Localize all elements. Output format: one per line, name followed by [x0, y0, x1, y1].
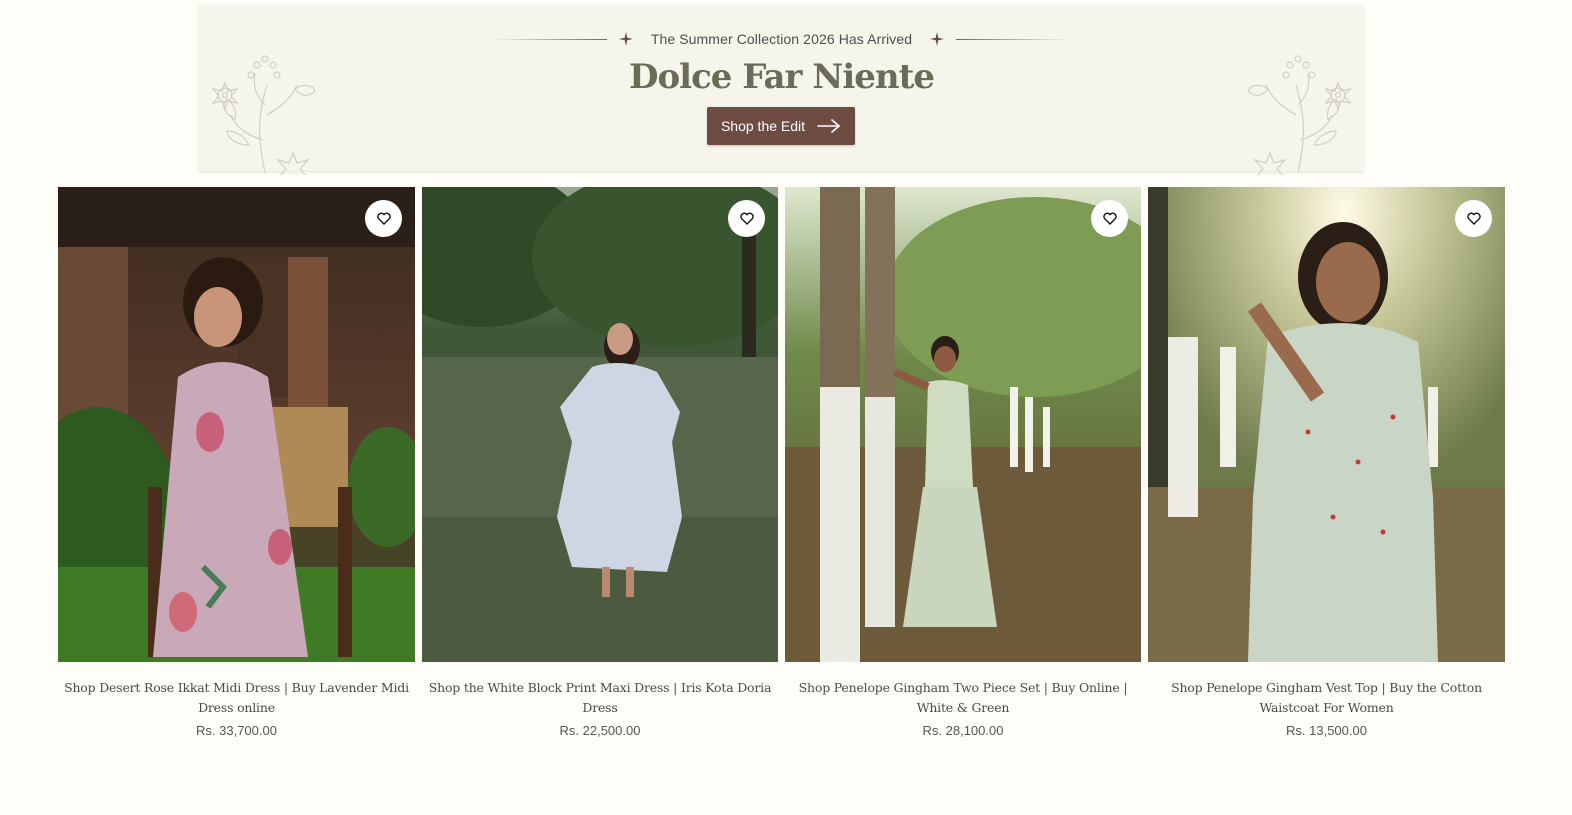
- product-card[interactable]: Shop the White Block Print Maxi Dress | …: [422, 187, 778, 738]
- product-image[interactable]: [422, 187, 778, 662]
- product-image[interactable]: [785, 187, 1141, 662]
- heart-icon: [376, 212, 391, 225]
- promo-banner: The Summer Collection 2026 Has Arrived D…: [199, 5, 1364, 175]
- product-price: Rs. 28,100.00: [922, 723, 1004, 738]
- product-title[interactable]: Shop Desert Rose Ikkat Midi Dress | Buy …: [60, 678, 413, 718]
- heart-icon: [1102, 212, 1117, 225]
- product-price: Rs. 22,500.00: [559, 723, 641, 738]
- product-image[interactable]: [1148, 187, 1505, 662]
- wishlist-button[interactable]: [1091, 200, 1128, 237]
- wishlist-button[interactable]: [1455, 200, 1492, 237]
- product-title[interactable]: Shop Penelope Gingham Vest Top | Buy the…: [1150, 678, 1503, 718]
- product-price: Rs. 13,500.00: [1286, 723, 1367, 738]
- sparkle-icon: [618, 32, 633, 46]
- product-card[interactable]: Shop Desert Rose Ikkat Midi Dress | Buy …: [58, 187, 415, 738]
- divider: [956, 38, 1072, 40]
- product-price: Rs. 33,700.00: [196, 723, 277, 738]
- cta-label: Shop the Edit: [720, 118, 806, 134]
- product-card[interactable]: Shop Penelope Gingham Vest Top | Buy the…: [1148, 187, 1505, 738]
- product-photo: [785, 187, 1141, 662]
- heart-icon: [1466, 212, 1481, 225]
- wishlist-button[interactable]: [365, 200, 402, 237]
- arrow-right-icon: [817, 119, 840, 133]
- product-photo: [58, 187, 415, 662]
- product-grid: Shop Desert Rose Ikkat Midi Dress | Buy …: [58, 187, 1505, 738]
- divider: [491, 38, 607, 40]
- product-title[interactable]: Shop Penelope Gingham Two Piece Set | Bu…: [787, 678, 1139, 718]
- product-title[interactable]: Shop the White Block Print Maxi Dress | …: [424, 678, 776, 718]
- banner-title: Dolce Far Niente: [629, 57, 935, 97]
- product-image[interactable]: [58, 187, 415, 662]
- shop-the-edit-button[interactable]: Shop the Edit: [707, 107, 855, 145]
- sparkle-icon: [930, 32, 945, 46]
- banner-eyebrow: The Summer Collection 2026 Has Arrived: [199, 30, 1364, 48]
- heart-icon: [739, 212, 754, 225]
- wishlist-button[interactable]: [728, 200, 765, 237]
- product-card[interactable]: Shop Penelope Gingham Two Piece Set | Bu…: [785, 187, 1141, 738]
- eyebrow-text: The Summer Collection 2026 Has Arrived: [650, 31, 913, 47]
- product-photo: [1148, 187, 1505, 662]
- product-photo: [422, 187, 778, 662]
